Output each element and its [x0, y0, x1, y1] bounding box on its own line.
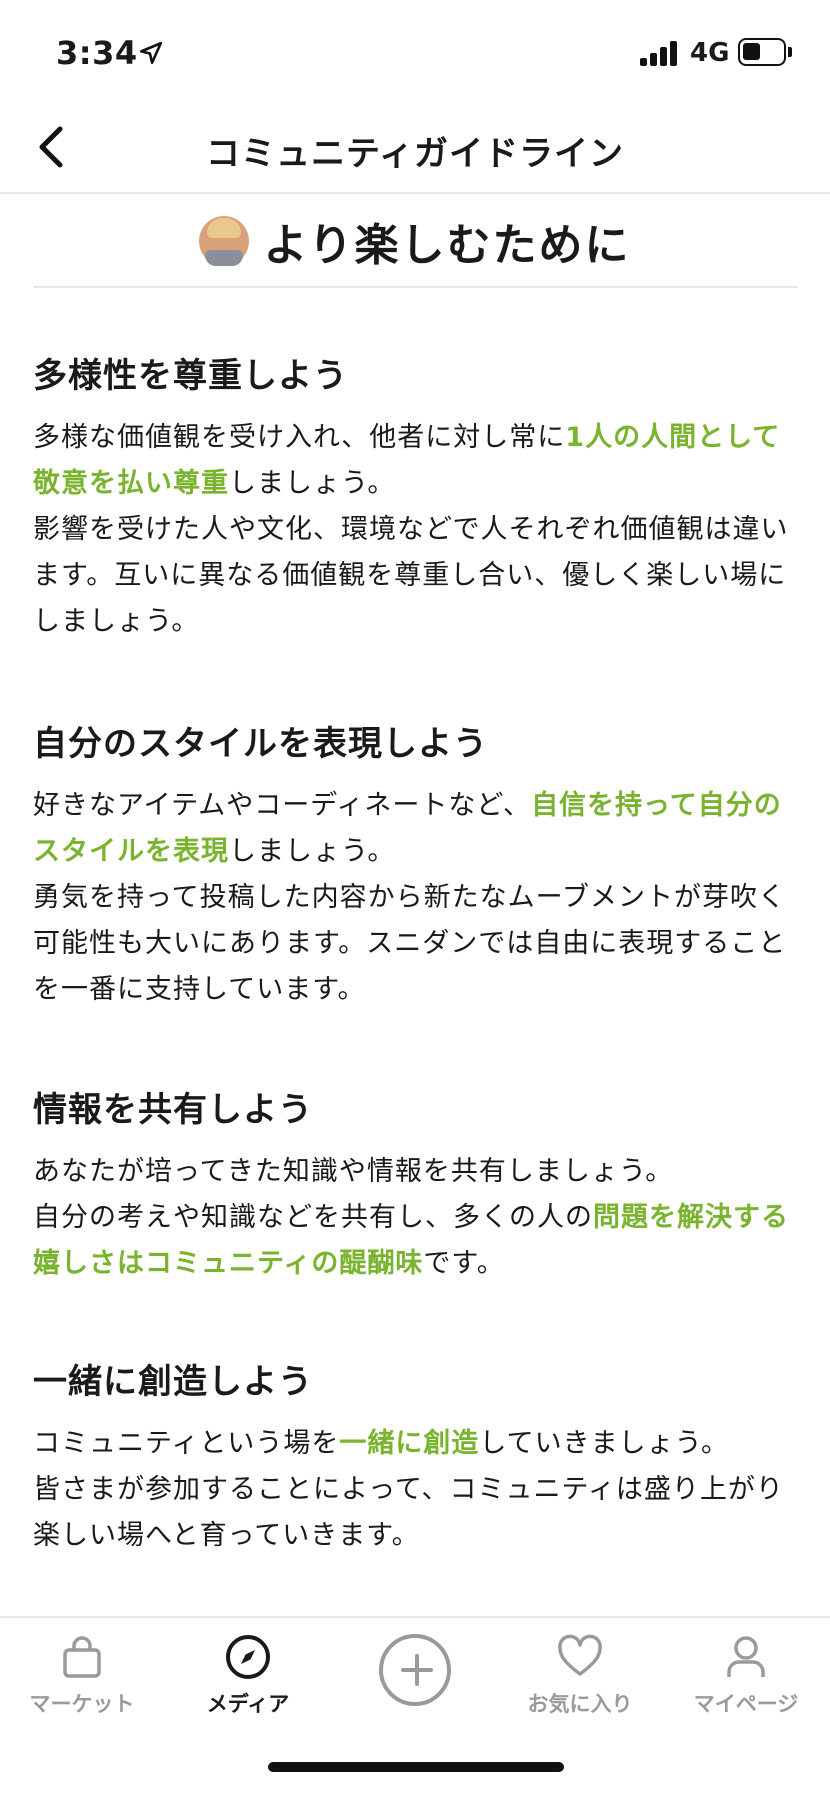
heading-title: より楽しむために — [263, 220, 631, 271]
section-title: 多様性を尊重しよう — [33, 356, 348, 396]
section-create-together: 一緒に創造しよう コミュニティという場を一緒に創造していきましょう。 皆さまが参… — [33, 1354, 797, 1559]
compass-icon — [226, 1635, 270, 1679]
tab-favorites[interactable]: お気に入り — [510, 1632, 650, 1732]
status-bar: 3:34 4G — [0, 0, 830, 104]
plus-circle-icon — [379, 1634, 451, 1706]
battery-icon — [738, 38, 792, 66]
heart-icon — [558, 1634, 602, 1676]
person-gesturing-ok-icon — [199, 216, 250, 266]
guideline-content[interactable]: より楽しむために 多様性を尊重しよう 多様な価値観を受け入れ、他者に対し常に1人… — [0, 196, 830, 1616]
tab-media[interactable]: メディア — [178, 1632, 318, 1732]
section-share-info: 情報を共有しよう あなたが培ってきた知識や情報を共有しましょう。 自分の考えや知… — [33, 1082, 797, 1287]
page-title: コミュニティガイドライン — [206, 134, 624, 174]
section-title: 一緒に創造しよう — [33, 1362, 313, 1402]
nav-bar: コミュニティガイドライン — [0, 104, 830, 194]
section-body: 好きなアイテムやコーディネートなど、自信を持って自分のスタイルを表現しましょう。… — [33, 790, 787, 1005]
guideline-heading: より楽しむために — [33, 196, 797, 288]
post-button[interactable] — [345, 1634, 485, 1734]
person-icon — [727, 1636, 765, 1677]
section-express-style: 自分のスタイルを表現しよう 好きなアイテムやコーディネートなど、自信を持って自分… — [33, 716, 797, 1013]
home-indicator — [268, 1762, 564, 1772]
section-title: 情報を共有しよう — [33, 1090, 313, 1130]
tab-bar: マーケット メディア お気に入り マイページ — [0, 1616, 830, 1796]
network-type: 4G — [690, 38, 730, 68]
section-body: コミュニティという場を一緒に創造していきましょう。 皆さまが参加することによって… — [33, 1428, 784, 1551]
location-arrow-icon — [139, 41, 163, 65]
section-title: 自分のスタイルを表現しよう — [33, 724, 488, 764]
section-body: 多様な価値観を受け入れ、他者に対し常に1人の人間として敬意を払い尊重しましょう。… — [33, 422, 789, 637]
signal-bars-icon — [640, 40, 680, 66]
section-body: あなたが培ってきた知識や情報を共有しましょう。 自分の考えや知識などを共有し、多… — [33, 1156, 789, 1279]
tab-mypage[interactable]: マイページ — [676, 1632, 816, 1732]
status-time: 3:34 — [56, 34, 138, 72]
tab-market[interactable]: マーケット — [12, 1632, 152, 1732]
section-respect-diversity: 多様性を尊重しよう 多様な価値観を受け入れ、他者に対し常に1人の人間として敬意を… — [33, 348, 797, 645]
bag-icon — [63, 1636, 101, 1678]
